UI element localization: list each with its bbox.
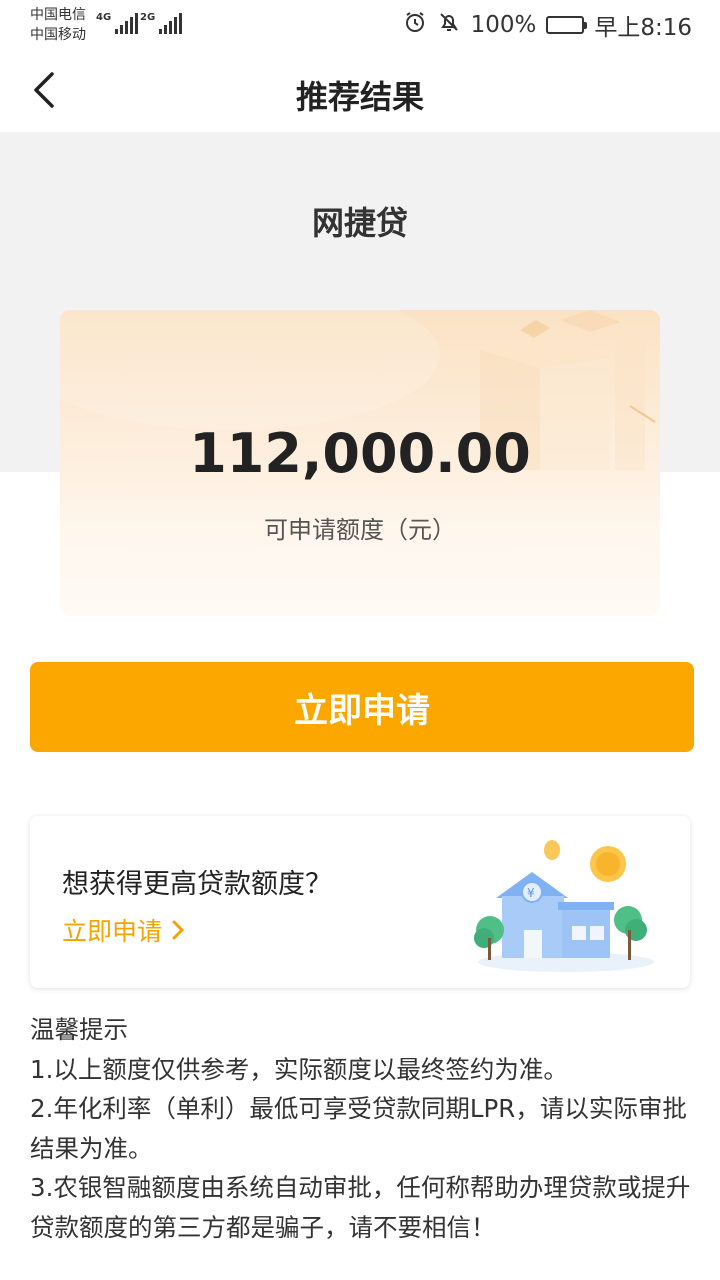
svg-text:¥: ¥ <box>527 886 535 900</box>
bell-off-icon <box>437 10 461 40</box>
page-title: 推荐结果 <box>295 78 424 116</box>
tip-item: 2.年化利率（单利）最低可享受贷款同期LPR，请以实际审批结果为准。 <box>30 1094 687 1163</box>
bank-illustration-icon: ¥ <box>474 840 654 972</box>
upgrade-link-label: 立即申请 <box>62 917 163 946</box>
upgrade-question: 想获得更高贷款额度？ <box>62 869 332 900</box>
battery-percent: 100% <box>470 12 537 38</box>
carrier-2: 中国移动 <box>30 27 86 43</box>
carrier-labels: 中国电信 中国移动 <box>30 5 86 45</box>
tips-title: 温馨提示 <box>30 1015 128 1044</box>
signal-icon-1: 4G <box>96 12 139 34</box>
battery-icon <box>546 16 588 34</box>
upgrade-apply-link[interactable]: 立即申请 <box>62 912 186 948</box>
clock: 早上8:16 <box>594 15 692 41</box>
amount-card: 112,000.00 可申请额度（元） <box>60 310 660 616</box>
status-right: 100% 早上8:16 <box>403 10 692 41</box>
product-name: 网捷贷 <box>311 204 408 242</box>
nav-bar: 推荐结果 <box>0 52 720 132</box>
signal-icon-2: 2G <box>140 12 183 34</box>
tip-item: 3.农银智融额度由系统自动审批，任何称帮助办理贷款或提升贷款额度的第三方都是骗子… <box>30 1173 691 1242</box>
available-amount: 112,000.00 <box>189 422 531 485</box>
status-bar: 中国电信 中国移动 4G 2G 100% 早上8:16 <box>0 0 720 52</box>
apply-button[interactable]: 立即申请 <box>30 662 694 752</box>
chevron-right-icon <box>172 920 184 940</box>
amount-label: 可申请额度（元） <box>264 516 456 544</box>
tip-item: 1.以上额度仅供参考，实际额度以最终签约为准。 <box>30 1054 568 1084</box>
network-type-1: 4G <box>96 12 112 23</box>
alarm-icon <box>403 10 427 40</box>
tips-section: 温馨提示 1.以上额度仅供参考，实际额度以最终签约为准。 2.年化利率（单利）最… <box>30 1010 694 1247</box>
upgrade-card[interactable]: 想获得更高贷款额度？ 立即申请 ¥ <box>30 816 690 988</box>
carrier-1: 中国电信 <box>30 7 86 23</box>
network-type-2: 2G <box>140 12 156 23</box>
